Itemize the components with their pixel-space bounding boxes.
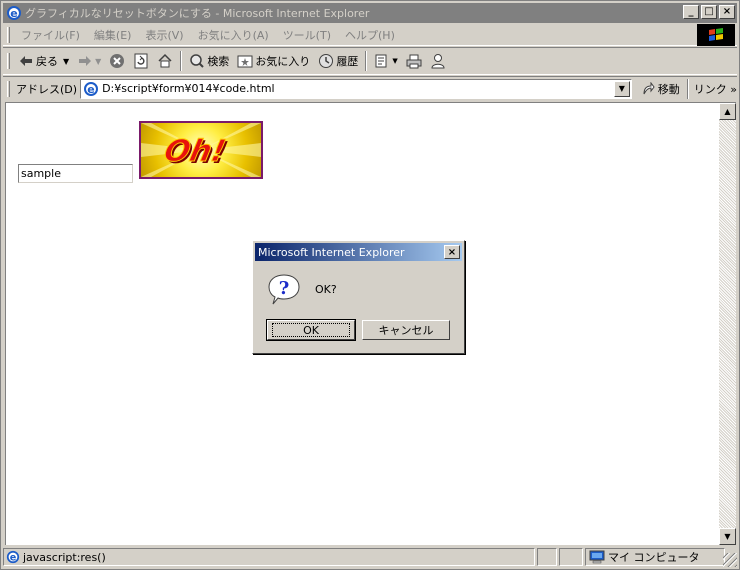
toolbar-separator <box>686 78 689 99</box>
address-input[interactable]: e D:¥script¥form¥014¥code.html ▼ <box>80 78 632 99</box>
window-title: グラフィカルなリセットボタンにする - Microsoft Internet E… <box>25 7 370 20</box>
favorites-icon <box>237 53 253 69</box>
back-arrow-icon <box>18 53 34 69</box>
favorites-label: お気に入り <box>255 55 311 68</box>
stop-button[interactable] <box>105 50 129 72</box>
address-label: アドレス(D) <box>16 82 78 96</box>
menu-favorites[interactable]: お気に入り(A) <box>191 27 276 43</box>
dialog-title-bar[interactable]: Microsoft Internet Explorer × <box>255 243 462 261</box>
ok-label: OK <box>272 323 350 337</box>
menu-help[interactable]: ヘルプ(H) <box>338 27 402 43</box>
go-label: 移動 <box>657 82 680 96</box>
scroll-up-icon[interactable]: ▲ <box>719 103 736 120</box>
browser-window: e グラフィカルなリセットボタンにする - Microsoft Internet… <box>0 0 740 570</box>
svg-text:?: ? <box>279 278 290 299</box>
refresh-button[interactable] <box>129 50 153 72</box>
minimize-button[interactable]: _ <box>683 5 699 19</box>
home-icon <box>157 53 173 69</box>
windows-flag-icon <box>709 28 723 41</box>
ok-button[interactable]: OK <box>266 319 356 341</box>
printer-icon <box>406 53 422 69</box>
dialog-message: OK? <box>315 283 337 296</box>
address-grip[interactable] <box>7 80 10 97</box>
resize-grip-icon[interactable] <box>723 553 737 567</box>
person-icon <box>430 53 446 69</box>
title-bar[interactable]: e グラフィカルなリセットボタンにする - Microsoft Internet… <box>3 3 737 23</box>
go-button[interactable]: 移動 <box>636 81 684 97</box>
scroll-down-icon[interactable]: ▼ <box>719 528 736 545</box>
close-button[interactable]: × <box>719 5 735 19</box>
standard-toolbar: 戻る ▼ ▼ 検索 お気に入り 履歴 ▼ <box>3 47 737 75</box>
forward-dropdown-icon[interactable]: ▼ <box>95 57 101 66</box>
favorites-button[interactable]: お気に入り <box>233 50 314 72</box>
question-icon: ? <box>268 274 300 305</box>
go-arrow-icon <box>640 81 656 97</box>
toolbar-separator <box>180 51 183 71</box>
svg-text:e: e <box>10 553 17 564</box>
dialog-close-button[interactable]: × <box>444 245 460 259</box>
status-progress-pane <box>537 548 557 566</box>
cancel-label: キャンセル <box>378 324 434 337</box>
status-security-pane <box>559 548 583 566</box>
confirm-dialog: Microsoft Internet Explorer × ? OK? OK キ… <box>252 240 465 354</box>
menu-edit[interactable]: 編集(E) <box>87 27 139 43</box>
status-zone-pane: マイ コンピュータ <box>585 548 725 566</box>
minimize-icon: _ <box>688 6 694 17</box>
print-button[interactable] <box>402 50 426 72</box>
status-bar: e javascript:res() マイ コンピュータ <box>3 547 737 567</box>
links-button[interactable]: リンク » <box>694 81 737 97</box>
home-button[interactable] <box>153 50 177 72</box>
menu-grip[interactable] <box>7 26 10 43</box>
mail-dropdown-icon[interactable]: ▼ <box>392 57 397 65</box>
toolbar-grip[interactable] <box>7 53 10 69</box>
sample-text-input[interactable] <box>18 164 133 183</box>
menu-tools[interactable]: ツール(T) <box>276 27 338 43</box>
svg-text:e: e <box>87 83 94 96</box>
mail-icon <box>374 53 390 69</box>
refresh-icon <box>133 53 149 69</box>
vertical-scrollbar[interactable]: ▲ ▼ <box>719 102 736 545</box>
maximize-icon: □ <box>704 6 714 17</box>
close-icon: × <box>722 6 732 17</box>
page-icon: e <box>84 81 99 96</box>
address-dropdown-icon[interactable]: ▼ <box>613 80 630 97</box>
forward-arrow-icon <box>77 53 93 69</box>
history-button[interactable]: 履歴 <box>314 50 362 72</box>
toolbar-separator <box>365 51 368 71</box>
forward-button[interactable]: ▼ <box>73 50 105 72</box>
back-button[interactable]: 戻る ▼ <box>14 50 73 72</box>
ie-icon: e <box>7 6 21 20</box>
back-label: 戻る <box>36 55 58 68</box>
page-status-icon: e <box>6 550 20 564</box>
address-url: D:¥script¥form¥014¥code.html <box>102 82 275 95</box>
zone-text: マイ コンピュータ <box>608 551 700 564</box>
status-text: javascript:res() <box>23 550 106 564</box>
windows-logo <box>697 24 735 46</box>
address-bar: アドレス(D) e D:¥script¥form¥014¥code.html ▼… <box>3 76 737 100</box>
dialog-title: Microsoft Internet Explorer <box>258 245 405 259</box>
cancel-button[interactable]: キャンセル <box>362 320 450 340</box>
menu-bar: ファイル(F) 編集(E) 表示(V) お気に入り(A) ツール(T) ヘルプ(… <box>3 24 737 46</box>
oh-text: Oh! <box>161 134 229 169</box>
menu-view[interactable]: 表示(V) <box>138 27 190 43</box>
svg-text:e: e <box>10 7 17 20</box>
graphical-reset-button[interactable]: Oh! Oh! <box>139 121 263 179</box>
menu-file[interactable]: ファイル(F) <box>14 27 87 43</box>
oh-banner-image: Oh! Oh! <box>141 123 261 177</box>
history-icon <box>318 53 334 69</box>
computer-icon <box>589 550 605 564</box>
stop-icon <box>109 53 125 69</box>
mail-button[interactable]: ▼ <box>370 50 401 72</box>
search-icon <box>189 53 205 69</box>
history-label: 履歴 <box>336 55 359 68</box>
maximize-button[interactable]: □ <box>701 5 717 19</box>
back-dropdown-icon[interactable]: ▼ <box>63 57 69 66</box>
search-button[interactable]: 検索 <box>185 50 233 72</box>
messenger-button[interactable] <box>426 50 450 72</box>
status-text-pane: e javascript:res() <box>3 548 535 566</box>
close-icon: × <box>447 246 457 258</box>
search-label: 検索 <box>207 55 230 68</box>
